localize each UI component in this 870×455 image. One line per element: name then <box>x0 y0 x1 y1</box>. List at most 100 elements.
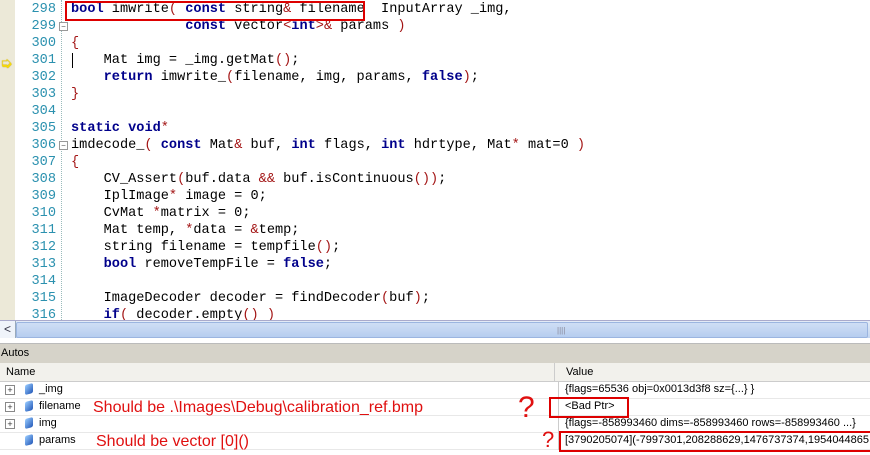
code-line[interactable]: 314 <box>0 273 870 290</box>
line-number: 302 <box>31 70 56 85</box>
code-text: { <box>71 154 79 171</box>
line-number: 312 <box>31 240 56 255</box>
punctuation: ) <box>413 291 422 306</box>
punctuation: ( <box>177 172 186 187</box>
expand-icon[interactable]: + <box>5 402 15 412</box>
punctuation: && <box>258 172 275 187</box>
punctuation: ( <box>226 70 235 85</box>
code-token: temp; <box>258 223 300 238</box>
code-token: IplImage <box>71 189 169 204</box>
highlight-bad-ptr <box>549 397 629 418</box>
code-text: IplImage* image = 0; <box>71 188 267 205</box>
code-token: removeTempFile = <box>136 257 284 272</box>
line-number: 299 <box>31 19 56 34</box>
code-line[interactable]: 303} <box>0 86 870 103</box>
line-number: 307 <box>31 155 56 170</box>
code-text: static void* <box>71 120 169 137</box>
scroll-thumb[interactable]: |||| <box>16 322 868 338</box>
variable-icon <box>25 382 33 396</box>
column-header-name[interactable]: Name <box>0 363 555 381</box>
line-number: 301 <box>31 53 56 68</box>
autos-panel-title: Autos <box>0 343 870 363</box>
column-header-value[interactable]: Value <box>560 363 593 381</box>
code-line[interactable]: 308 CV_Assert(buf.data && buf.isContinuo… <box>0 171 870 188</box>
line-number: 315 <box>31 291 56 306</box>
line-number: 310 <box>31 206 56 221</box>
text-cursor <box>72 53 73 68</box>
variable-value[interactable]: {flags=65536 obj=0x0013d3f8 sz={...} } <box>565 381 754 398</box>
code-line[interactable]: 309 IplImage* image = 0; <box>0 188 870 205</box>
code-text: string filename = tempfile(); <box>71 239 341 256</box>
code-text: CvMat *matrix = 0; <box>71 205 251 222</box>
code-text: imdecode_( const Mat& buf, int flags, in… <box>71 137 585 154</box>
code-token: buf.isContinuous <box>274 172 414 187</box>
code-line[interactable]: 313 bool removeTempFile = false; <box>0 256 870 273</box>
autos-row[interactable]: + _img {flags=65536 obj=0x0013d3f8 sz={...… <box>0 381 870 399</box>
punctuation: { <box>71 36 80 51</box>
line-number: 305 <box>31 121 56 136</box>
code-text: } <box>71 86 79 103</box>
punctuation: & <box>323 19 333 34</box>
code-token: data = <box>193 223 251 238</box>
params-annotation: Should be vector [0]() <box>96 433 249 450</box>
keyword: false <box>283 257 324 272</box>
code-text: ImageDecoder decoder = findDecoder(buf); <box>71 290 430 307</box>
question-mark-1: ? <box>518 391 535 424</box>
code-token: CvMat <box>71 206 153 221</box>
code-token: buf.data <box>185 172 259 187</box>
code-line[interactable]: 304 <box>0 103 870 120</box>
keyword: int <box>381 138 406 153</box>
code-line[interactable]: 305 static void* <box>0 120 870 137</box>
punctuation: ) <box>576 138 586 153</box>
collapse-icon[interactable]: − <box>59 141 68 150</box>
code-line[interactable]: 312 string filename = tempfile(); <box>0 239 870 256</box>
code-line[interactable]: 307 { <box>0 154 870 171</box>
variable-name: _img <box>39 383 63 395</box>
scroll-left-button[interactable]: < <box>0 321 16 338</box>
code-line[interactable]: 310 CvMat *matrix = 0; <box>0 205 870 222</box>
code-text: Mat img = _img.getMat(); <box>71 52 300 69</box>
code-token: buf, <box>242 138 292 153</box>
horizontal-scrollbar[interactable]: < |||| <box>0 320 870 338</box>
punctuation: * <box>152 206 161 221</box>
code-editor[interactable]: ➭ 298 bool imwrite( const string& filenam… <box>0 0 870 320</box>
punctuation: & <box>250 223 259 238</box>
code-line[interactable]: 316 if( decoder.empty() ) <box>0 307 870 320</box>
punctuation: () <box>413 172 430 187</box>
punctuation: * <box>168 189 178 204</box>
punctuation: () <box>315 240 333 255</box>
code-text: if( decoder.empty() ) <box>71 307 275 320</box>
line-number: 313 <box>31 257 56 272</box>
collapse-icon[interactable]: − <box>59 22 68 31</box>
expand-icon[interactable]: + <box>5 419 15 429</box>
keyword: return <box>103 70 153 85</box>
keyword: bool <box>103 257 137 272</box>
code-token: image = 0; <box>177 189 267 204</box>
code-line[interactable]: 302 return imwrite_(filename, img, param… <box>0 69 870 86</box>
highlight-filename-param <box>65 1 365 21</box>
code-line[interactable]: 311 Mat temp, *data = &temp; <box>0 222 870 239</box>
punctuation: * <box>511 138 520 153</box>
keyword: int <box>291 19 316 34</box>
expand-icon[interactable]: + <box>5 385 15 395</box>
punctuation: ) <box>397 19 406 34</box>
punctuation: ) <box>266 308 276 320</box>
code-text: return imwrite_(filename, img, params, f… <box>71 69 479 86</box>
code-line[interactable]: 301 Mat img = _img.getMat(); <box>0 52 870 69</box>
punctuation: () <box>274 53 292 68</box>
code-line[interactable]: 315 ImageDecoder decoder = findDecoder(b… <box>0 290 870 307</box>
code-line[interactable]: 300 { <box>0 35 870 52</box>
code-line[interactable]: 306− imdecode_( const Mat& buf, int flags… <box>0 137 870 154</box>
line-number: 309 <box>31 189 56 204</box>
code-token: ; <box>323 257 333 272</box>
code-token: vector <box>226 19 284 34</box>
punctuation: { <box>71 155 80 170</box>
line-number: 306 <box>31 138 56 153</box>
code-token: ; <box>438 172 447 187</box>
keyword: const <box>185 19 227 34</box>
punctuation: ( <box>381 291 390 306</box>
